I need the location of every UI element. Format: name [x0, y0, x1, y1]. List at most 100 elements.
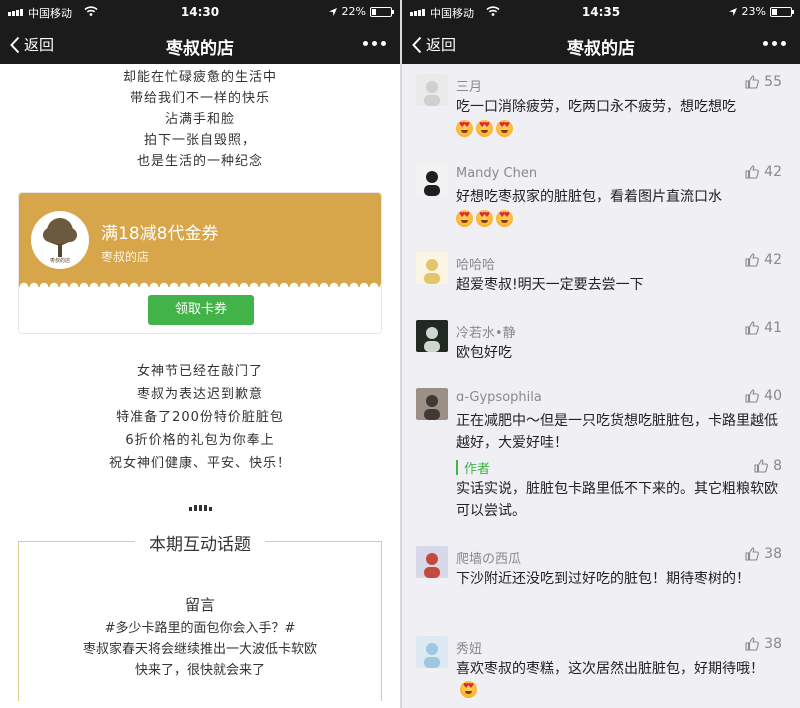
comment-text: 吃一口消除疲劳，吃两口永不疲劳，想吃想吃 — [456, 99, 736, 115]
author-label: 作者 — [464, 462, 491, 477]
battery-icon — [370, 6, 394, 17]
like-count: 42 — [764, 164, 782, 180]
thumbs-up-icon — [745, 547, 760, 561]
thumbs-up-icon — [745, 75, 760, 89]
comment-item: 三月 55 吃一口消除疲劳，吃两口永不疲劳，想吃想吃 — [402, 74, 800, 154]
avatar[interactable] — [416, 164, 448, 196]
back-button[interactable]: 返回 — [10, 34, 54, 55]
topic-subtitle: 留言 — [184, 596, 215, 614]
battery-percent: 22% — [341, 5, 366, 18]
like-button[interactable]: 38 — [744, 546, 782, 562]
comment-item: ɑ-Gypsophila 40 正在减肥中～但是一只吃货想吃脏脏包，卡路里越低越好，… — [402, 388, 800, 519]
shop-logo: 枣叔的店 — [31, 211, 89, 269]
battery-icon — [770, 6, 794, 17]
comment-text: 欧包好吃 — [456, 345, 512, 361]
comment-item: 秀妞 38 喜欢枣叔的枣糕，这次居然出脏脏包，好期待哦！ — [402, 636, 800, 708]
commenter-name: Mandy Chen — [456, 166, 538, 181]
claim-coupon-button[interactable]: 领取卡券 — [148, 295, 254, 325]
back-label: 返回 — [24, 36, 55, 54]
thumbs-up-icon — [745, 389, 760, 403]
like-button[interactable]: 41 — [744, 320, 782, 336]
comment-text: 好想吃枣叔家的脏脏包，看着图片直流口水 — [456, 189, 722, 205]
topic-line: #多少卡路里的面包你会入手？# — [104, 621, 296, 636]
chevron-left-icon — [10, 36, 20, 53]
poem-line: 祝女神们健康、平安、快乐！ — [108, 456, 291, 471]
nav-bar: 返回 枣叔的店 — [0, 24, 400, 64]
commenter-name: 三月 — [456, 80, 483, 95]
coupon-title: 满18减8代金券 — [101, 224, 219, 244]
poem-line: 也是生活的一种纪念 — [136, 154, 263, 169]
like-button[interactable]: 42 — [744, 164, 782, 180]
avatar[interactable] — [416, 636, 448, 668]
like-button[interactable]: 40 — [744, 388, 782, 404]
coupon-scallop-edge — [19, 279, 381, 287]
heart-eyes-emoji-icon — [476, 210, 493, 227]
coupon-header: 枣叔的店 满18减8代金券 枣叔的店 — [19, 193, 381, 279]
commenter-name: 秀妞 — [456, 642, 483, 657]
coupon-card: 枣叔的店 满18减8代金券 枣叔的店 领取卡券 — [18, 192, 382, 334]
heart-eyes-emoji-icon — [496, 120, 513, 137]
more-dots-icon[interactable] — [363, 41, 386, 46]
topic-line: 枣叔家春天将会继续推出一大波低卡软欧 — [82, 642, 317, 657]
thumbs-up-icon — [745, 165, 760, 179]
like-count: 38 — [764, 636, 782, 652]
avatar[interactable] — [416, 546, 448, 578]
comment-text: 喜欢枣叔的枣糕，这次居然出脏脏包，好期待哦！ — [456, 658, 786, 702]
svg-text:枣叔的店: 枣叔的店 — [50, 257, 70, 264]
heart-eyes-emoji-icon — [496, 210, 513, 227]
article-screen: 中国移动 14:30 22% 返回 枣叔的店 却能在忙碌疲惫的生活中 带给我们不… — [0, 0, 400, 708]
commenter-name: 哈哈哈 — [456, 258, 496, 273]
like-button[interactable]: 42 — [744, 252, 782, 268]
avatar[interactable] — [416, 252, 448, 284]
comment-text: 正在减肥中～但是一只吃货想吃脏脏包，卡路里越低越好，大爱好哇！ — [456, 413, 778, 451]
like-count: 42 — [764, 252, 782, 268]
topic-line: 快来了，很快就会来了 — [134, 663, 265, 678]
article-body: 却能在忙碌疲惫的生活中 带给我们不一样的快乐 沾满手和脸 拍下一张自毁照， 也是… — [0, 64, 400, 701]
coupon-shop-name: 枣叔的店 — [101, 250, 150, 264]
location-arrow-icon — [328, 7, 337, 16]
back-button[interactable]: 返回 — [412, 34, 456, 55]
comment-item: Mandy Chen 42 好想吃枣叔家的脏脏包，看着图片直流口水 — [402, 164, 800, 244]
location-arrow-icon — [728, 7, 737, 16]
commenter-name: ɑ-Gypsophila — [456, 390, 542, 405]
status-bar: 中国移动 14:30 22% — [0, 0, 400, 24]
heart-eyes-emoji-icon — [456, 120, 473, 137]
heart-eyes-emoji-icon — [456, 210, 473, 227]
poem-line: 拍下一张自毁照， — [143, 133, 256, 148]
poem-line: 沾满手和脸 — [164, 112, 235, 127]
thumbs-up-icon — [745, 321, 760, 335]
topic-box: 本期互动话题 留言 #多少卡路里的面包你会入手？# 枣叔家春天将会继续推出一大波… — [18, 530, 382, 701]
comment-text: 下沙附近还没吃到过好吃的脏包！期待枣树的！ — [456, 571, 750, 587]
like-button[interactable]: 55 — [744, 74, 782, 90]
author-reply-text: 实话实说，脏脏包卡路里低不下来的。其它粗粮软欧可以尝试。 — [456, 481, 778, 519]
poem-line: 却能在忙碌疲惫的生活中 — [122, 70, 277, 85]
heart-eyes-emoji-icon — [476, 120, 493, 137]
nav-bar: 返回 枣叔的店 — [402, 24, 800, 64]
like-count: 41 — [764, 320, 782, 336]
battery-percent: 23% — [741, 5, 766, 18]
avatar[interactable] — [416, 320, 448, 352]
like-button[interactable]: 8 — [753, 458, 782, 474]
commenter-name: 冷若水•静 — [456, 326, 516, 341]
thumbs-up-icon — [754, 459, 768, 473]
emoji-row — [456, 119, 786, 141]
comment-text: 超爱枣叔!明天一定要去尝一下 — [456, 277, 644, 293]
chevron-left-icon — [412, 36, 422, 53]
heart-eyes-emoji-icon — [460, 681, 477, 698]
like-count: 55 — [764, 74, 782, 90]
loading-icon — [0, 501, 400, 511]
like-count: 8 — [773, 458, 782, 474]
poem-line: 特准备了200份特价脏脏包 — [116, 410, 284, 425]
emoji-row — [456, 209, 786, 231]
like-button[interactable]: 38 — [744, 636, 782, 652]
poem-line: 枣叔为表达迟到歉意 — [136, 387, 263, 402]
comments-screen: 中国移动 14:35 23% 返回 枣叔的店 三月 55 吃一口消除疲劳，吃两口永不… — [402, 0, 800, 708]
thumbs-up-icon — [745, 253, 760, 267]
poem-middle: 女神节已经在敲门了 枣叔为表达迟到歉意 特准备了200份特价脏脏包 6折价格的礼… — [0, 360, 400, 475]
page-title: 枣叔的店 — [567, 39, 635, 59]
more-dots-icon[interactable] — [763, 41, 786, 46]
thumbs-up-icon — [745, 637, 760, 651]
avatar[interactable] — [416, 388, 448, 420]
poem-line: 女神节已经在敲门了 — [136, 364, 263, 379]
avatar[interactable] — [416, 74, 448, 106]
